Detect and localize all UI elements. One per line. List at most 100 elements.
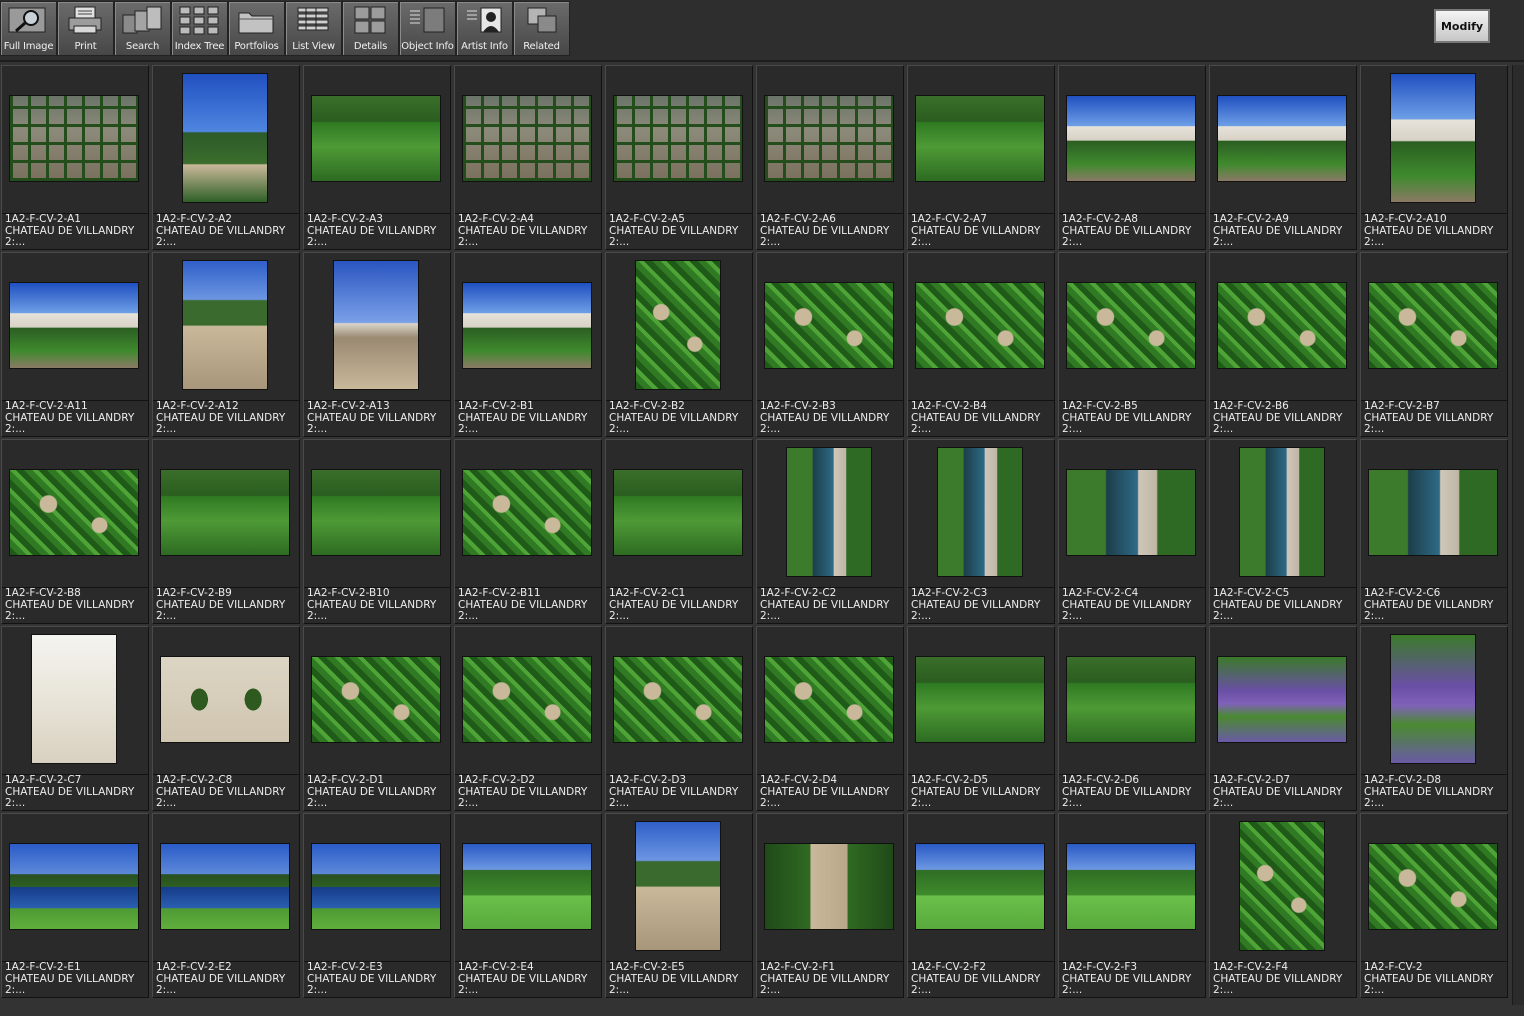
thumbnail-cell[interactable]: 1A2-F-CV-2-C8 CHATEAU DE VILLANDRY 2:... [152, 626, 300, 811]
thumbnail-cell[interactable]: 1A2-F-CV-2-A11 CHATEAU DE VILLANDRY 2:... [1, 252, 149, 437]
thumbnail-image[interactable] [614, 96, 742, 181]
thumbnail-cell[interactable]: 1A2-F-CV-2-B2 CHATEAU DE VILLANDRY 2:... [605, 252, 753, 437]
thumbnail-image[interactable] [916, 844, 1044, 929]
index-tree-button[interactable]: Index Tree [171, 1, 228, 56]
thumbnail-image[interactable] [765, 657, 893, 742]
thumbnail-cell[interactable]: 1A2-F-CV-2-E4 CHATEAU DE VILLANDRY 2:... [454, 813, 602, 998]
thumbnail-cell[interactable]: 1A2-F-CV-2-B3 CHATEAU DE VILLANDRY 2:... [756, 252, 904, 437]
thumbnail-image[interactable] [916, 96, 1044, 181]
thumbnail-cell[interactable]: 1A2-F-CV-2-B1 CHATEAU DE VILLANDRY 2:... [454, 252, 602, 437]
thumbnail-image[interactable] [334, 261, 418, 389]
thumbnail-image[interactable] [1067, 657, 1195, 742]
portfolios-button[interactable]: Portfolios [228, 1, 285, 56]
thumbnail-image[interactable] [636, 261, 720, 389]
thumbnail-image[interactable] [1067, 844, 1195, 929]
thumbnail-cell[interactable]: 1A2-F-CV-2-B4 CHATEAU DE VILLANDRY 2:... [907, 252, 1055, 437]
thumbnail-image[interactable] [614, 657, 742, 742]
thumbnail-image[interactable] [765, 96, 893, 181]
thumbnail-image[interactable] [1369, 844, 1497, 929]
thumbnail-image[interactable] [161, 657, 289, 742]
thumbnail-cell[interactable]: 1A2-F-CV-2-D1 CHATEAU DE VILLANDRY 2:... [303, 626, 451, 811]
thumbnail-image[interactable] [1067, 96, 1195, 181]
thumbnail-cell[interactable]: 1A2-F-CV-2-B5 CHATEAU DE VILLANDRY 2:... [1058, 252, 1206, 437]
thumbnail-image[interactable] [1369, 283, 1497, 368]
thumbnail-image[interactable] [463, 283, 591, 368]
thumbnail-cell[interactable]: 1A2-F-CV-2-C2 CHATEAU DE VILLANDRY 2:... [756, 439, 904, 624]
thumbnail-cell[interactable]: 1A2-F-CV-2-D5 CHATEAU DE VILLANDRY 2:... [907, 626, 1055, 811]
thumbnail-cell[interactable]: 1A2-F-CV-2-C1 CHATEAU DE VILLANDRY 2:... [605, 439, 753, 624]
thumbnail-cell[interactable]: 1A2-F-CV-2-A7 CHATEAU DE VILLANDRY 2:... [907, 65, 1055, 250]
thumbnail-cell[interactable]: 1A2-F-CV-2-D7 CHATEAU DE VILLANDRY 2:... [1209, 626, 1357, 811]
thumbnail-cell[interactable]: 1A2-F-CV-2-C5 CHATEAU DE VILLANDRY 2:... [1209, 439, 1357, 624]
search-button[interactable]: Search [114, 1, 171, 56]
thumbnail-image[interactable] [916, 657, 1044, 742]
artist-info-button[interactable]: Artist Info [456, 1, 513, 56]
thumbnail-cell[interactable]: 1A2-F-CV-2-B7 CHATEAU DE VILLANDRY 2:... [1360, 252, 1508, 437]
thumbnail-cell[interactable]: 1A2-F-CV-2-A1 CHATEAU DE VILLANDRY 2:... [1, 65, 149, 250]
thumbnail-cell[interactable]: 1A2-F-CV-2-A3 CHATEAU DE VILLANDRY 2:... [303, 65, 451, 250]
thumbnail-cell[interactable]: 1A2-F-CV-2-F2 CHATEAU DE VILLANDRY 2:... [907, 813, 1055, 998]
thumbnail-cell[interactable]: 1A2-F-CV-2-D6 CHATEAU DE VILLANDRY 2:... [1058, 626, 1206, 811]
thumbnail-image[interactable] [312, 470, 440, 555]
list-view-button[interactable]: List View [285, 1, 342, 56]
thumbnail-image[interactable] [1218, 96, 1346, 181]
thumbnail-image[interactable] [1067, 470, 1195, 555]
thumbnail-cell[interactable]: 1A2-F-CV-2-B8 CHATEAU DE VILLANDRY 2:... [1, 439, 149, 624]
object-info-button[interactable]: Object Info [399, 1, 456, 56]
thumbnail-image[interactable] [787, 448, 871, 576]
full-image-button[interactable]: Full Image [0, 1, 57, 56]
thumbnail-image[interactable] [183, 261, 267, 389]
thumbnail-cell[interactable]: 1A2-F-CV-2-D4 CHATEAU DE VILLANDRY 2:... [756, 626, 904, 811]
thumbnail-image[interactable] [938, 448, 1022, 576]
thumbnail-image[interactable] [312, 844, 440, 929]
thumbnail-cell[interactable]: 1A2-F-CV-2-C7 CHATEAU DE VILLANDRY 2:... [1, 626, 149, 811]
thumbnail-image[interactable] [10, 283, 138, 368]
thumbnail-image[interactable] [1218, 657, 1346, 742]
thumbnail-image[interactable] [1391, 74, 1475, 202]
thumbnail-image[interactable] [614, 470, 742, 555]
thumbnail-image[interactable] [1240, 448, 1324, 576]
thumbnail-cell[interactable]: 1A2-F-CV-2-F3 CHATEAU DE VILLANDRY 2:... [1058, 813, 1206, 998]
thumbnail-image[interactable] [463, 657, 591, 742]
thumbnail-cell[interactable]: 1A2-F-CV-2-D8 CHATEAU DE VILLANDRY 2:... [1360, 626, 1508, 811]
thumbnail-image[interactable] [312, 96, 440, 181]
thumbnail-image[interactable] [161, 470, 289, 555]
thumbnail-cell[interactable]: 1A2-F-CV-2-B9 CHATEAU DE VILLANDRY 2:... [152, 439, 300, 624]
thumbnail-image[interactable] [1240, 822, 1324, 950]
thumbnail-cell[interactable]: 1A2-F-CV-2-C6 CHATEAU DE VILLANDRY 2:... [1360, 439, 1508, 624]
thumbnail-image[interactable] [765, 283, 893, 368]
thumbnail-image[interactable] [636, 822, 720, 950]
thumbnail-image[interactable] [765, 844, 893, 929]
thumbnail-image[interactable] [10, 96, 138, 181]
thumbnail-image[interactable] [32, 635, 116, 763]
thumbnail-cell[interactable]: 1A2-F-CV-2-A9 CHATEAU DE VILLANDRY 2:... [1209, 65, 1357, 250]
thumbnail-cell[interactable]: 1A2-F-CV-2-D2 CHATEAU DE VILLANDRY 2:... [454, 626, 602, 811]
thumbnail-cell[interactable]: 1A2-F-CV-2-A10 CHATEAU DE VILLANDRY 2:... [1360, 65, 1508, 250]
details-button[interactable]: Details [342, 1, 399, 56]
scrollbar[interactable] [1512, 65, 1524, 1005]
thumbnail-image[interactable] [183, 74, 267, 202]
thumbnail-cell[interactable]: 1A2-F-CV-2-E2 CHATEAU DE VILLANDRY 2:... [152, 813, 300, 998]
thumbnail-image[interactable] [1369, 470, 1497, 555]
thumbnail-cell[interactable]: 1A2-F-CV-2-B6 CHATEAU DE VILLANDRY 2:... [1209, 252, 1357, 437]
thumbnail-cell[interactable]: 1A2-F-CV-2-F1 CHATEAU DE VILLANDRY 2:... [756, 813, 904, 998]
thumbnail-image[interactable] [463, 844, 591, 929]
thumbnail-cell[interactable]: 1A2-F-CV-2-F4 CHATEAU DE VILLANDRY 2:... [1209, 813, 1357, 998]
thumbnail-cell[interactable]: 1A2-F-CV-2-B11 CHATEAU DE VILLANDRY 2:... [454, 439, 602, 624]
thumbnail-cell[interactable]: 1A2-F-CV-2-A4 CHATEAU DE VILLANDRY 2:... [454, 65, 602, 250]
thumbnail-cell[interactable]: 1A2-F-CV-2-B10 CHATEAU DE VILLANDRY 2:... [303, 439, 451, 624]
thumbnail-cell[interactable]: 1A2-F-CV-2-A8 CHATEAU DE VILLANDRY 2:... [1058, 65, 1206, 250]
thumbnail-image[interactable] [10, 844, 138, 929]
thumbnail-cell[interactable]: 1A2-F-CV-2-C4 CHATEAU DE VILLANDRY 2:... [1058, 439, 1206, 624]
thumbnail-image[interactable] [10, 470, 138, 555]
thumbnail-cell[interactable]: 1A2-F-CV-2-E1 CHATEAU DE VILLANDRY 2:... [1, 813, 149, 998]
thumbnail-cell[interactable]: 1A2-F-CV-2-A5 CHATEAU DE VILLANDRY 2:... [605, 65, 753, 250]
thumbnail-image[interactable] [463, 96, 591, 181]
thumbnail-cell[interactable]: 1A2-F-CV-2-A6 CHATEAU DE VILLANDRY 2:... [756, 65, 904, 250]
thumbnail-image[interactable] [161, 844, 289, 929]
thumbnail-image[interactable] [1218, 283, 1346, 368]
thumbnail-image[interactable] [1067, 283, 1195, 368]
thumbnail-image[interactable] [312, 657, 440, 742]
thumbnail-cell[interactable]: 1A2-F-CV-2 CHATEAU DE VILLANDRY 2:... [1360, 813, 1508, 998]
thumbnail-image[interactable] [916, 283, 1044, 368]
